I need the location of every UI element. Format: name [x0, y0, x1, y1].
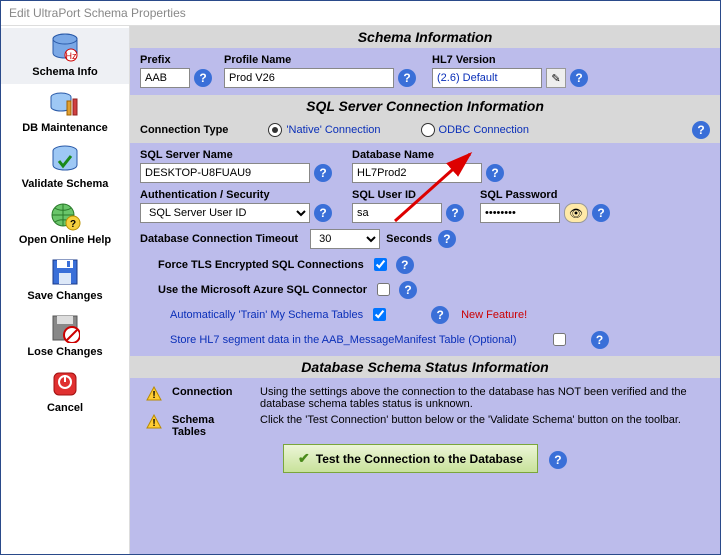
eye-icon[interactable]: 👁: [564, 203, 588, 223]
sidebar-item-schema-info[interactable]: Hz Schema Info: [1, 28, 129, 84]
user-id-label: SQL User ID: [352, 189, 464, 201]
test-connection-button[interactable]: ✔ Test the Connection to the Database: [283, 444, 538, 473]
sidebar-item-label: DB Maintenance: [1, 122, 129, 134]
svg-text:?: ?: [70, 219, 76, 230]
radio-dot-icon: [421, 123, 435, 137]
help-icon[interactable]: ?: [314, 164, 332, 182]
help-icon[interactable]: ?: [438, 230, 456, 248]
connection-type-label: Connection Type: [140, 124, 228, 136]
hl7-version-display: [432, 68, 542, 88]
help-icon[interactable]: ?: [692, 121, 710, 139]
cancel-icon: [49, 368, 81, 400]
new-feature-badge: New Feature!: [461, 309, 527, 321]
azure-checkbox[interactable]: [377, 283, 390, 296]
train-label: Automatically 'Train' My Schema Tables: [170, 309, 363, 321]
section-header-status: Database Schema Status Information: [130, 356, 720, 378]
window-body: Hz Schema Info DB Maintenance Validate S…: [1, 26, 720, 554]
password-input[interactable]: [480, 203, 560, 223]
sidebar-item-lose-changes[interactable]: Lose Changes: [1, 308, 129, 364]
main-panel: Schema Information Prefix ? Profile Name…: [130, 26, 720, 554]
timeout-select[interactable]: 30: [310, 229, 380, 249]
sidebar-item-save-changes[interactable]: Save Changes: [1, 252, 129, 308]
sidebar-item-db-maintenance[interactable]: DB Maintenance: [1, 84, 129, 140]
help-icon[interactable]: ?: [314, 204, 332, 222]
help-icon[interactable]: ?: [570, 69, 588, 87]
window: Edit UltraPort Schema Properties Hz Sche…: [0, 0, 721, 555]
radio-label: 'Native' Connection: [286, 124, 380, 136]
checkmark-icon: ✔: [298, 450, 310, 467]
segment-label: Store HL7 segment data in the AAB_Messag…: [170, 334, 517, 346]
help-icon[interactable]: ?: [396, 256, 414, 274]
connection-type-row: Connection Type 'Native' Connection ODBC…: [130, 117, 720, 143]
help-icon[interactable]: ?: [399, 281, 417, 299]
test-button-label: Test the Connection to the Database: [316, 452, 523, 466]
timeout-suffix: Seconds: [386, 233, 432, 245]
server-name-input[interactable]: [140, 163, 310, 183]
auth-select[interactable]: SQL Server User ID: [140, 203, 310, 223]
validate-icon: [49, 144, 81, 176]
sidebar-item-label: Save Changes: [1, 290, 129, 302]
hl7-label: HL7 Version: [432, 54, 588, 66]
database-icon: Hz: [49, 32, 81, 64]
status-box: ! Connection Using the settings above th…: [140, 382, 710, 477]
globe-help-icon: ?: [49, 200, 81, 232]
radio-native-connection[interactable]: 'Native' Connection: [268, 123, 380, 137]
svg-text:Hz: Hz: [66, 51, 77, 61]
help-icon[interactable]: ?: [398, 69, 416, 87]
save-icon: [49, 256, 81, 288]
status-tables-label: Schema Tables: [172, 414, 250, 438]
timeout-label: Database Connection Timeout: [140, 233, 298, 245]
warning-icon: !: [146, 386, 162, 402]
profile-input[interactable]: [224, 68, 394, 88]
azure-label: Use the Microsoft Azure SQL Connector: [158, 284, 367, 296]
help-icon[interactable]: ?: [446, 204, 464, 222]
prefix-label: Prefix: [140, 54, 212, 66]
database-name-label: Database Name: [352, 149, 504, 161]
section-header-connection: SQL Server Connection Information: [130, 95, 720, 117]
maintenance-icon: [49, 88, 81, 120]
svg-text:!: !: [152, 390, 155, 401]
train-checkbox[interactable]: [373, 308, 386, 321]
help-icon[interactable]: ?: [486, 164, 504, 182]
auth-label: Authentication / Security: [140, 189, 332, 201]
status-connection-text: Using the settings above the connection …: [260, 386, 704, 410]
help-icon[interactable]: ?: [549, 451, 567, 469]
password-label: SQL Password: [480, 189, 610, 201]
segment-checkbox[interactable]: [553, 333, 566, 346]
database-name-input[interactable]: [352, 163, 482, 183]
profile-label: Profile Name: [224, 54, 416, 66]
server-name-label: SQL Server Name: [140, 149, 332, 161]
sidebar-item-label: Lose Changes: [1, 346, 129, 358]
sidebar-item-label: Open Online Help: [1, 234, 129, 246]
radio-dot-icon: [268, 123, 282, 137]
sidebar-item-label: Cancel: [1, 402, 129, 414]
prefix-input[interactable]: [140, 68, 190, 88]
user-id-input[interactable]: [352, 203, 442, 223]
help-icon[interactable]: ?: [592, 204, 610, 222]
status-tables-text: Click the 'Test Connection' button below…: [260, 414, 704, 426]
sidebar-item-cancel[interactable]: Cancel: [1, 364, 129, 420]
sidebar-item-validate-schema[interactable]: Validate Schema: [1, 140, 129, 196]
sidebar-item-label: Schema Info: [1, 66, 129, 78]
radio-odbc-connection[interactable]: ODBC Connection: [421, 123, 530, 137]
radio-label: ODBC Connection: [439, 124, 530, 136]
sidebar-item-label: Validate Schema: [1, 178, 129, 190]
tls-label: Force TLS Encrypted SQL Connections: [158, 259, 364, 271]
svg-text:!: !: [152, 418, 155, 429]
sidebar-item-online-help[interactable]: ? Open Online Help: [1, 196, 129, 252]
help-icon[interactable]: ?: [591, 331, 609, 349]
sidebar: Hz Schema Info DB Maintenance Validate S…: [1, 26, 130, 554]
warning-icon: !: [146, 414, 162, 430]
window-title: Edit UltraPort Schema Properties: [1, 1, 720, 26]
help-icon[interactable]: ?: [194, 69, 212, 87]
discard-icon: [49, 312, 81, 344]
help-icon[interactable]: ?: [431, 306, 449, 324]
status-connection-label: Connection: [172, 386, 250, 398]
tls-checkbox[interactable]: [374, 258, 387, 271]
section-header-schema: Schema Information: [130, 26, 720, 48]
edit-icon[interactable]: ✎: [546, 68, 566, 88]
